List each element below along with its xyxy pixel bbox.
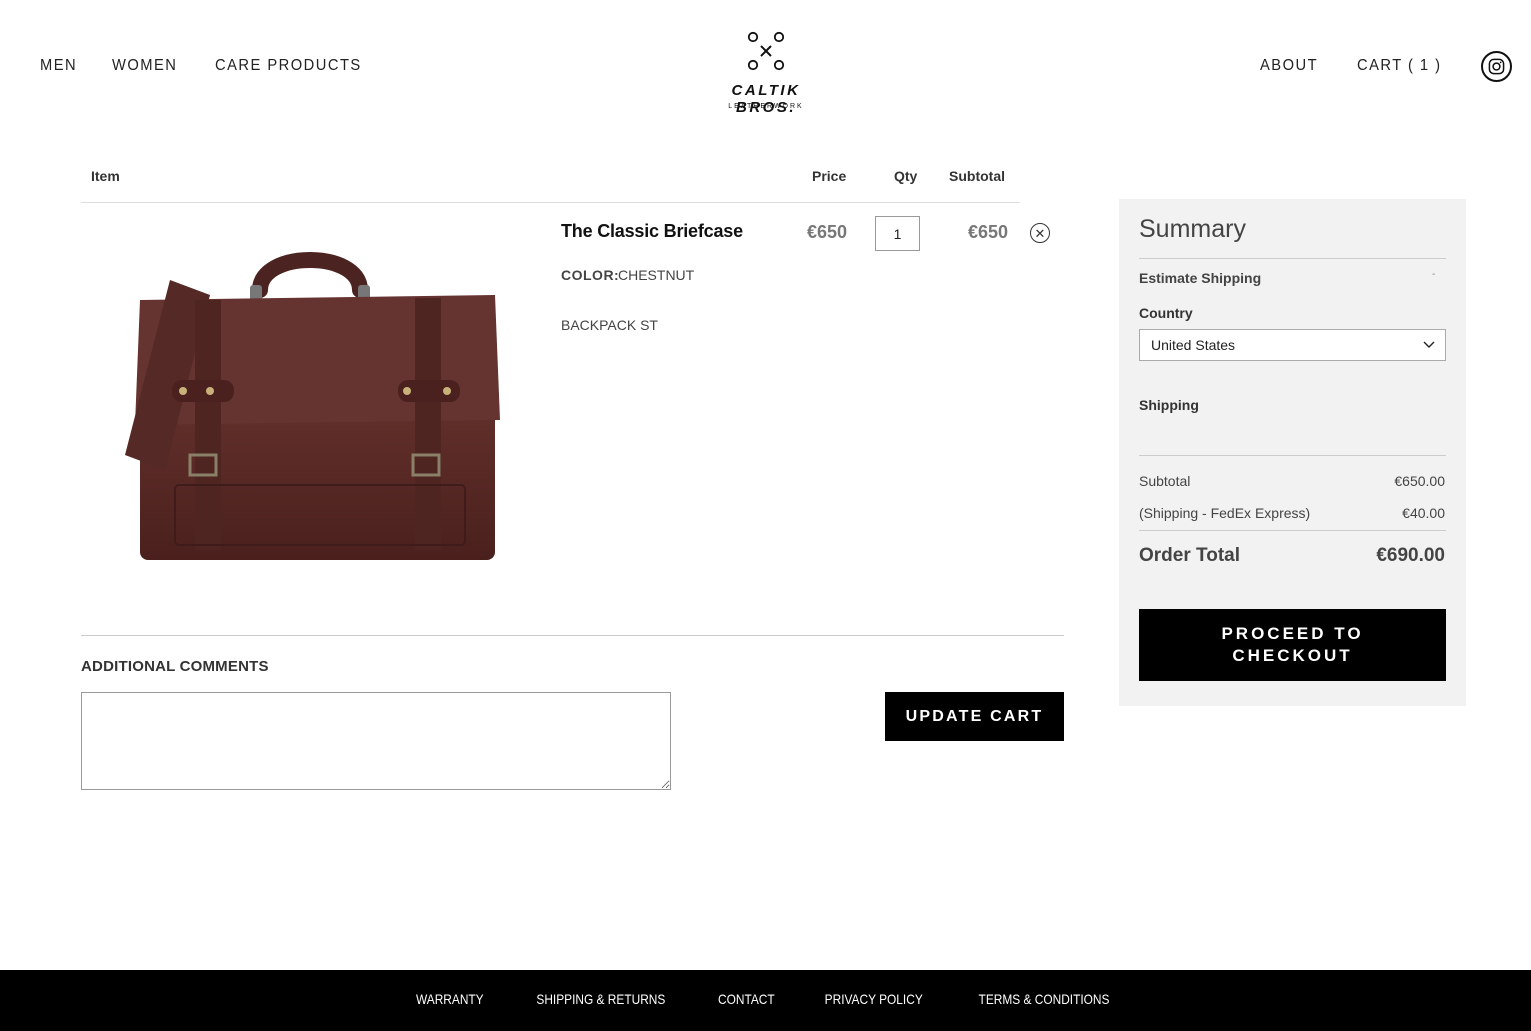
footer-link-terms-conditions[interactable]: TERMS & CONDITIONS — [979, 991, 1110, 1007]
column-header-price: Price — [812, 168, 847, 184]
update-cart-button[interactable]: UPDATE CART — [885, 692, 1064, 741]
product-name[interactable]: The Classic Briefcase — [561, 221, 743, 242]
shipping-method-label: (Shipping - FedEx Express) — [1139, 505, 1311, 521]
footer-link-contact[interactable]: CONTACT — [718, 991, 775, 1007]
footer-link-privacy-policy[interactable]: PRIVACY POLICY — [824, 991, 922, 1007]
primary-nav: MEN WOMEN CARE PRODUCTS — [40, 57, 407, 75]
logo-mark-icon — [747, 31, 785, 71]
footer-links: WARRANTY SHIPPING & RETURNS CONTACT PRIV… — [0, 991, 1531, 1007]
nav-cart[interactable]: CART ( 1 ) — [1357, 57, 1442, 75]
collapse-icon[interactable]: - — [1432, 269, 1435, 280]
shipping-method-value: €40.00 — [1402, 505, 1445, 521]
site-header: MEN WOMEN CARE PRODUCTS CALTIK BROS. LEA… — [0, 0, 1531, 135]
estimate-shipping-toggle[interactable]: Estimate Shipping — [1139, 270, 1261, 286]
header-divider — [81, 202, 1020, 203]
proceed-to-checkout-button[interactable]: PROCEED TO CHECKOUT — [1139, 609, 1446, 681]
order-summary: Summary Estimate Shipping - Country Unit… — [1119, 199, 1466, 706]
site-footer: WARRANTY SHIPPING & RETURNS CONTACT PRIV… — [0, 970, 1531, 1031]
secondary-nav: ABOUT CART ( 1 ) — [1226, 57, 1449, 75]
summary-title: Summary — [1139, 215, 1246, 243]
column-header-subtotal: Subtotal — [949, 168, 1005, 184]
country-label: Country — [1139, 305, 1193, 321]
nav-women[interactable]: WOMEN — [112, 57, 177, 75]
nav-care-products[interactable]: CARE PRODUCTS — [215, 57, 362, 75]
column-header-qty: Qty — [894, 168, 918, 184]
product-price: €650 — [807, 222, 848, 242]
product-color-value: CHESTNUT — [618, 267, 695, 283]
nav-men[interactable]: MEN — [40, 57, 77, 75]
summary-divider — [1139, 258, 1446, 259]
summary-divider — [1139, 455, 1446, 456]
instagram-icon[interactable] — [1481, 51, 1512, 82]
comments-title: ADDITIONAL COMMENTS — [81, 658, 269, 675]
comments-textarea[interactable] — [81, 692, 671, 790]
product-variant: BACKPACK ST — [561, 317, 658, 333]
footer-link-warranty[interactable]: WARRANTY — [416, 991, 484, 1007]
quantity-input[interactable] — [875, 216, 920, 251]
remove-item-icon[interactable]: ✕ — [1030, 223, 1050, 243]
chevron-down-icon — [1423, 341, 1435, 348]
instagram-glyph-icon — [1488, 58, 1505, 75]
product-image[interactable] — [110, 240, 510, 570]
order-total-label: Order Total — [1139, 545, 1240, 566]
nav-about[interactable]: ABOUT — [1260, 57, 1318, 75]
footer-link-shipping-returns[interactable]: SHIPPING & RETURNS — [537, 991, 666, 1007]
shipping-label: Shipping — [1139, 397, 1199, 413]
logo-wordmark: CALTIK BROS. — [731, 82, 801, 116]
product-color-label: COLOR: — [561, 267, 620, 283]
subtotal-value: €650.00 — [1394, 473, 1445, 489]
order-total-value: €690.00 — [1376, 545, 1445, 566]
product-subtotal: €650 — [968, 222, 1009, 242]
column-header-item: Item — [91, 168, 120, 184]
country-selected-value: United States — [1151, 337, 1236, 353]
site-logo[interactable]: CALTIK BROS. LEATHERWORK — [705, 28, 827, 116]
subtotal-label: Subtotal — [1139, 473, 1191, 489]
row-divider — [81, 635, 1064, 636]
summary-divider — [1139, 530, 1446, 531]
logo-subtitle: LEATHERWORK — [728, 103, 804, 110]
country-select[interactable]: United States — [1139, 329, 1446, 361]
